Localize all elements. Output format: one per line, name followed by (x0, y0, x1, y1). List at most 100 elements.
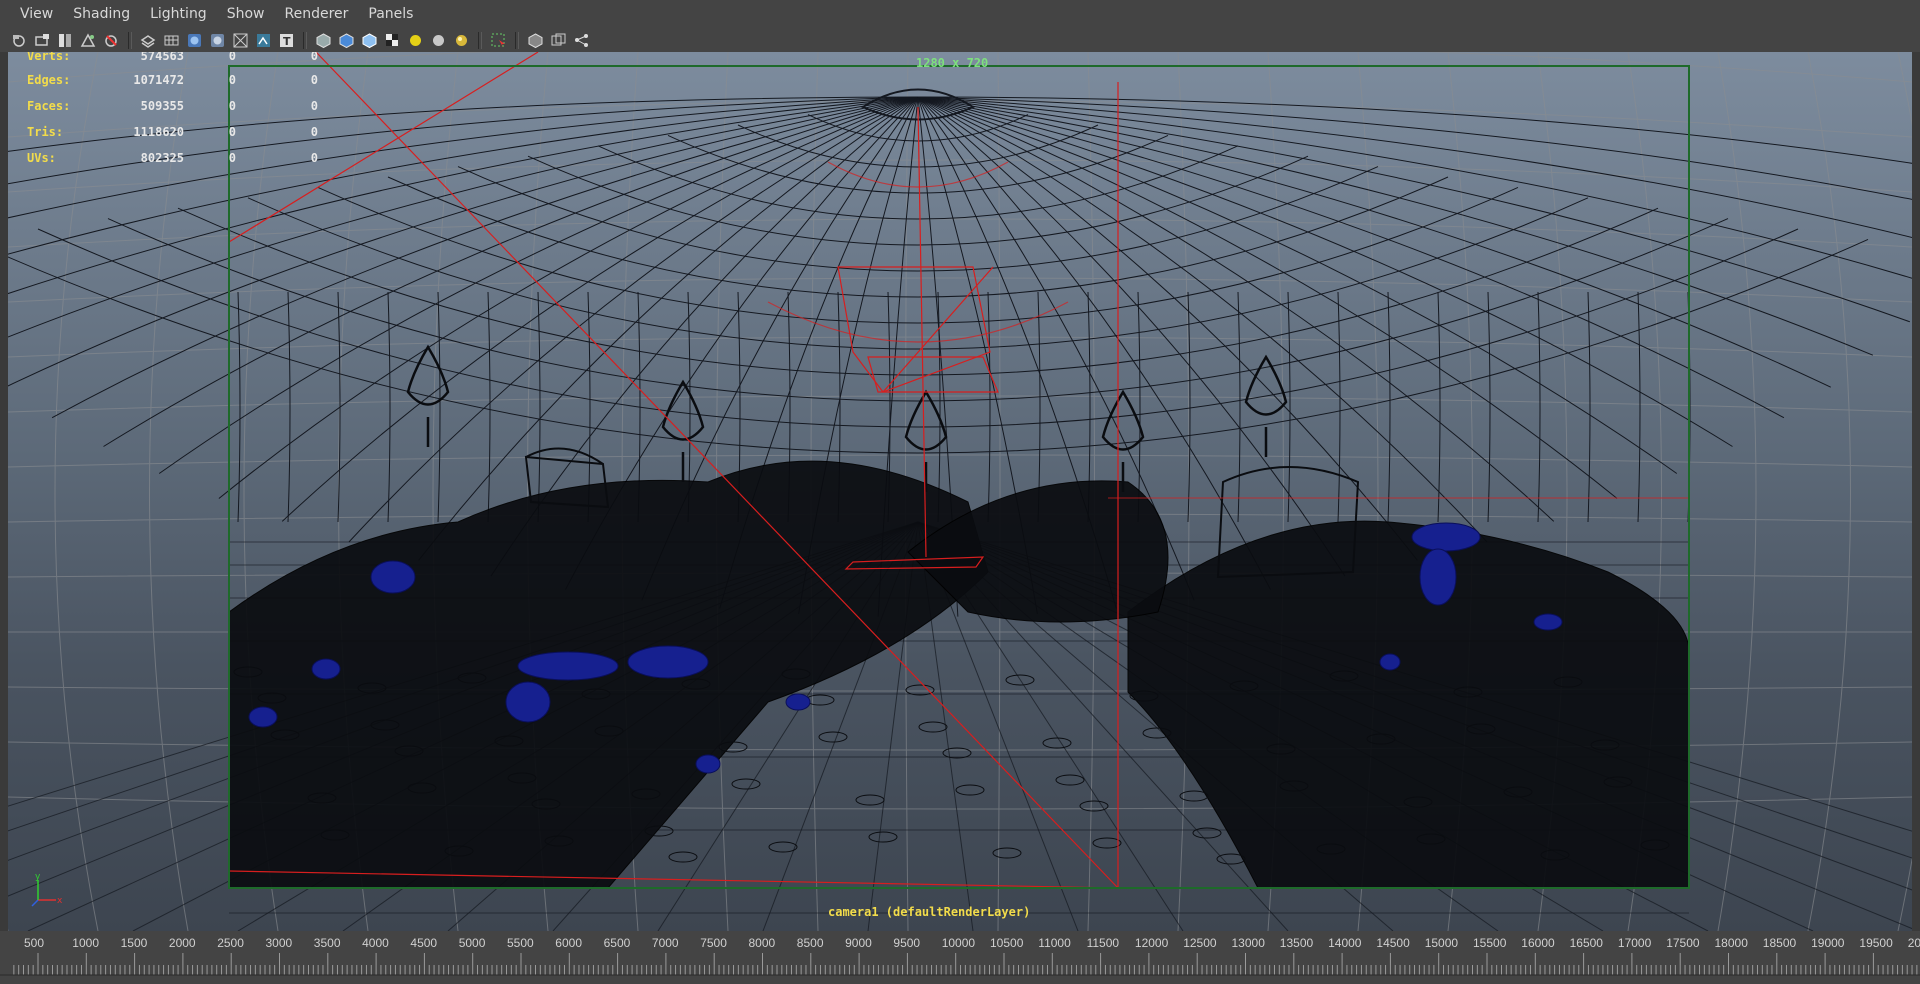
time-tick-label: 14000 (1328, 936, 1362, 950)
isolate-icon[interactable] (314, 31, 333, 50)
time-tick-label: 4500 (410, 936, 438, 950)
menu-view[interactable]: View (10, 0, 63, 29)
wall-sconce (1101, 389, 1145, 492)
wall-wire (1587, 291, 1591, 523)
hud-total: 1118620 (133, 125, 184, 139)
ambient-occlusion-icon[interactable] (406, 31, 425, 50)
dome-ring (37, 228, 1799, 428)
selected-object (627, 645, 709, 679)
use-lights-icon[interactable] (360, 31, 379, 50)
backface-icon[interactable] (549, 31, 568, 50)
grid-icon[interactable] (162, 31, 181, 50)
camera-select-icon[interactable] (10, 31, 29, 50)
select-tool-icon[interactable] (489, 31, 508, 50)
toolbar-separator (478, 32, 482, 49)
camera-attributes-icon[interactable] (33, 31, 52, 50)
time-tick-label: 2500 (217, 936, 244, 950)
hud-row-uvs: UVs: 802325 0 0 (26, 145, 319, 171)
coin-ring (1055, 774, 1085, 786)
menu-panels[interactable]: Panels (358, 0, 423, 29)
time-tick-label: 7000 (651, 936, 679, 950)
coin-ring (1092, 837, 1122, 849)
hud-row-faces: Faces: 509355 0 0 (26, 93, 319, 119)
hud-object: 0 (310, 151, 318, 165)
time-tick-label: 19500 (1859, 936, 1893, 950)
time-tick-label: 8000 (748, 936, 776, 950)
wall-wire (1137, 291, 1141, 523)
resolution-gate-icon[interactable] (139, 31, 158, 50)
hud-label: Verts: (27, 52, 71, 63)
time-tick-label: 9000 (845, 936, 872, 950)
viewport-left-border (0, 52, 8, 931)
coin-ring (1042, 737, 1072, 749)
time-tick-label: 19000 (1811, 936, 1845, 950)
xray-joints-icon[interactable] (526, 31, 545, 50)
wall-wire (237, 291, 241, 523)
coin-ring (768, 841, 798, 853)
wall-wire (1437, 291, 1441, 523)
hud-row-verts: Verts: 574563 0 0 (26, 52, 319, 67)
3d-viewport[interactable]: Verts: 574563 0 0 Edges: 1071472 0 0 Fac… (8, 52, 1912, 931)
menu-grip (0, 0, 10, 29)
time-tick-label: 10000 (941, 936, 976, 950)
time-tick-label: 7500 (700, 936, 727, 950)
dome-wire (917, 96, 1488, 543)
time-tick-label: 1000 (72, 936, 99, 950)
time-tick-label: 8500 (796, 936, 824, 950)
camera-name-label: camera1 (defaultRenderLayer) (828, 905, 1031, 919)
smooth-shade-icon[interactable] (208, 31, 227, 50)
default-lighting-icon[interactable] (231, 31, 250, 50)
dome-wire (218, 96, 919, 499)
coin-ring (1216, 853, 1246, 865)
chandelier-body (837, 266, 991, 393)
poly-count-hud: Verts: 574563 0 0 Edges: 1071472 0 0 Fac… (26, 52, 319, 171)
svg-text:y: y (35, 872, 41, 882)
dome-ring (247, 197, 1589, 350)
viewport-scroll-edge (1912, 52, 1920, 931)
time-tick-label: 2000 (168, 936, 196, 950)
toolbar-separator (303, 32, 307, 49)
dome-ring (527, 155, 1309, 246)
anti-alias-icon[interactable] (452, 31, 471, 50)
xray-icon[interactable]: T (277, 31, 296, 50)
shadows-icon[interactable] (383, 31, 402, 50)
chandelier-arm (767, 301, 1069, 343)
film-gate-icon[interactable] (102, 31, 121, 50)
motion-blur-icon[interactable] (429, 31, 448, 50)
hud-selected: 0 (228, 99, 236, 113)
time-tick-label: 6000 (555, 936, 582, 950)
menu-shading[interactable]: Shading (63, 0, 140, 29)
hud-row-edges: Edges: 1071472 0 0 (26, 67, 319, 93)
dome-wire (917, 96, 1831, 388)
hud-row-tris: Tris: 1118620 0 0 (26, 119, 319, 145)
select-highlight-icon[interactable] (337, 31, 356, 50)
time-tick-label: 16000 (1521, 936, 1555, 950)
time-tick-label: 13500 (1279, 936, 1314, 950)
panel-menu-bar: View Shading Lighting Show Renderer Pane… (0, 0, 1920, 29)
shade-all-icon[interactable] (572, 31, 591, 50)
textured-icon[interactable] (254, 31, 273, 50)
selected-object (1419, 548, 1457, 606)
bookmarks-icon[interactable] (56, 31, 75, 50)
hud-label: Faces: (27, 99, 71, 113)
time-tick-label: 18000 (1714, 936, 1748, 950)
menu-renderer[interactable]: Renderer (274, 0, 358, 29)
wall-sconce (1244, 354, 1288, 457)
wall-wire (1237, 291, 1241, 523)
image-plane-icon[interactable] (79, 31, 98, 50)
time-tick-label: 3500 (313, 936, 341, 950)
dome-ring (107, 218, 1729, 402)
time-tick-label: 20 (1907, 936, 1920, 950)
coin-ring (992, 847, 1022, 859)
time-slider[interactable]: 500 1000 1500 2000 2500 3000 3500 4000 4500 5000 5… (0, 931, 1920, 984)
chandelier-arm (827, 161, 1009, 188)
hud-label: UVs: (27, 151, 56, 165)
wall-wire (537, 291, 541, 523)
menu-show[interactable]: Show (217, 0, 275, 29)
outer-grid-line (8, 395, 1912, 413)
outer-grid-line (1897, 52, 1912, 931)
wireframe-icon[interactable] (185, 31, 204, 50)
menu-lighting[interactable]: Lighting (140, 0, 217, 29)
coin-ring (1079, 800, 1109, 812)
dome-wire (917, 96, 1911, 323)
